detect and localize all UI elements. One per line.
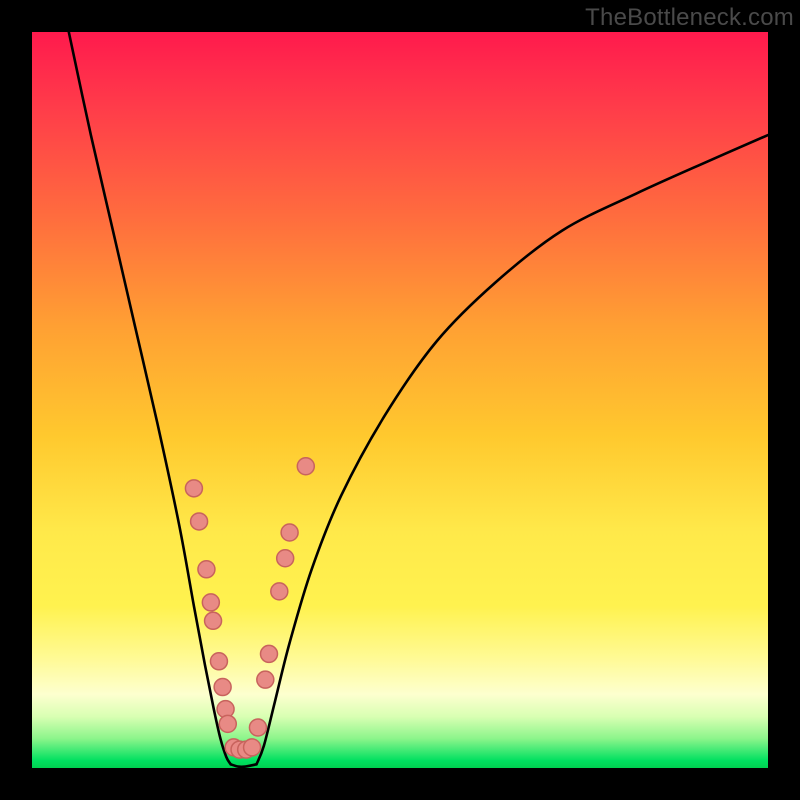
highlight-dot <box>249 719 266 736</box>
highlight-dot <box>281 524 298 541</box>
highlight-dot <box>260 645 277 662</box>
highlight-dot <box>185 480 202 497</box>
highlight-dot <box>277 550 294 567</box>
highlighted-points-group <box>185 458 314 758</box>
curve-left-branch <box>69 32 231 764</box>
highlight-dot <box>210 653 227 670</box>
highlight-dot <box>205 612 222 629</box>
highlight-dot <box>219 715 236 732</box>
curve-valley-floor <box>231 764 257 766</box>
highlight-dot <box>191 513 208 530</box>
curve-right-branch <box>256 135 768 764</box>
plot-area <box>32 32 768 768</box>
watermark-text: TheBottleneck.com <box>585 4 794 32</box>
chart-stage: TheBottleneck.com <box>0 0 800 800</box>
chart-svg <box>32 32 768 768</box>
highlight-dot <box>198 561 215 578</box>
highlight-dot <box>202 594 219 611</box>
highlight-dot <box>244 739 261 756</box>
highlight-dot <box>297 458 314 475</box>
highlight-dot <box>214 679 231 696</box>
highlight-dot <box>257 671 274 688</box>
highlight-dot <box>271 583 288 600</box>
